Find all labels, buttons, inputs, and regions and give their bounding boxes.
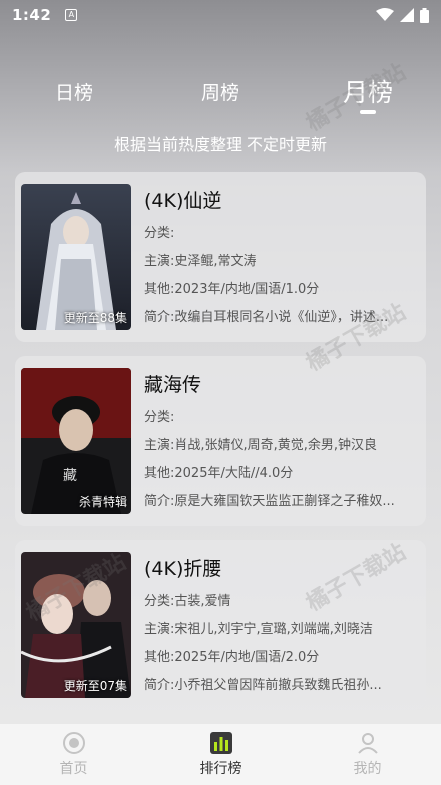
drama-title: 藏海传 xyxy=(144,374,202,396)
episode-badge: 更新至07集 xyxy=(63,679,127,693)
cast-label: 主演: xyxy=(144,254,175,269)
cast-row: 主演:史泽鲲,常文涛 xyxy=(144,248,418,276)
active-tab-indicator xyxy=(360,110,376,114)
notification-icon: A xyxy=(65,9,78,21)
status-bar: 1:42 A xyxy=(0,0,441,30)
other-label: 其他: xyxy=(144,650,175,665)
episode-badge: 杀青特辑 xyxy=(78,495,127,509)
profile-icon xyxy=(357,733,378,754)
category-value: 古装,爱情 xyxy=(174,594,231,609)
intro-row: 简介:原是大雍国钦天监监正蒯铎之子稚奴... xyxy=(144,488,418,516)
ranking-subtitle: 根据当前热度整理 不定时更新 xyxy=(113,135,328,154)
poster-image[interactable]: 更新至88集 xyxy=(21,184,131,330)
drama-info: 藏海传 分类: 主演:肖战,张婧仪,周奇,黄觉,余男,钟汉良 其他:2025年/… xyxy=(144,370,418,516)
other-label: 其他: xyxy=(144,282,175,297)
category-row: 分类: xyxy=(144,404,418,432)
other-value: 2023年/内地/国语/1.0分 xyxy=(174,282,320,297)
cast-value: 肖战,张婧仪,周奇,黄觉,余男,钟汉良 xyxy=(174,438,378,453)
status-icons xyxy=(376,7,429,23)
tab-daily[interactable]: 日榜 xyxy=(55,78,93,105)
drama-title: (4K)折腰 xyxy=(144,558,222,580)
cast-row: 主演:宋祖儿,刘宇宁,宣璐,刘端端,刘晓洁 xyxy=(144,616,418,644)
nav-home-label: 首页 xyxy=(59,761,88,777)
intro-row: 简介:改编自耳根同名小说《仙逆》，讲述... xyxy=(144,304,418,332)
svg-text:藏: 藏 xyxy=(63,468,77,484)
intro-value: 小乔祖父曾因阵前撤兵致魏氏祖孙... xyxy=(174,678,382,693)
drama-card[interactable]: 更新至07集 (4K)折腰 分类:古装,爱情 主演:宋祖儿,刘宇宁,宣璐,刘端端… xyxy=(15,540,426,710)
intro-label: 简介: xyxy=(144,678,175,693)
nav-ranking-label: 排行榜 xyxy=(199,761,242,777)
ranking-icon xyxy=(209,732,232,754)
cast-value: 宋祖儿,刘宇宁,宣璐,刘端端,刘晓洁 xyxy=(174,622,373,637)
intro-row: 简介:小乔祖父曾因阵前撤兵致魏氏祖孙... xyxy=(144,672,418,700)
cast-row: 主演:肖战,张婧仪,周奇,黄觉,余男,钟汉良 xyxy=(144,432,418,460)
intro-label: 简介: xyxy=(144,494,175,509)
intro-value: 改编自耳根同名小说《仙逆》，讲述... xyxy=(174,310,389,325)
drama-card[interactable]: 更新至88集 (4K)仙逆 分类: 主演:史泽鲲,常文涛 其他:2023年/内地… xyxy=(15,172,426,342)
poster-image[interactable]: 更新至07集 xyxy=(21,552,131,698)
bottom-nav: 首页 排行榜 我的 xyxy=(0,724,441,785)
home-icon xyxy=(62,732,85,754)
nav-home[interactable]: 首页 xyxy=(0,724,147,785)
nav-profile-label: 我的 xyxy=(353,761,382,777)
other-value: 2025年/内地/国语/2.0分 xyxy=(174,650,320,665)
cast-label: 主演: xyxy=(144,622,175,637)
ranking-tabs: 日榜 周榜 月榜 xyxy=(0,70,441,120)
tab-monthly[interactable]: 月榜 xyxy=(343,73,393,109)
cast-label: 主演: xyxy=(144,438,175,453)
other-label: 其他: xyxy=(144,466,175,481)
other-row: 其他:2023年/内地/国语/1.0分 xyxy=(144,276,418,304)
drama-title: (4K)仙逆 xyxy=(144,190,222,212)
drama-info: (4K)仙逆 分类: 主演:史泽鲲,常文涛 其他:2023年/内地/国语/1.0… xyxy=(144,186,418,332)
category-label: 分类: xyxy=(144,410,175,425)
wifi-icon xyxy=(376,8,394,21)
tab-weekly[interactable]: 周榜 xyxy=(201,78,239,105)
other-value: 2025年/大陆//4.0分 xyxy=(174,466,294,481)
drama-info: (4K)折腰 分类:古装,爱情 主演:宋祖儿,刘宇宁,宣璐,刘端端,刘晓洁 其他… xyxy=(144,554,418,700)
category-row: 分类:古装,爱情 xyxy=(144,588,418,616)
other-row: 其他:2025年/大陆//4.0分 xyxy=(144,460,418,488)
nav-ranking[interactable]: 排行榜 xyxy=(147,724,294,785)
nav-profile[interactable]: 我的 xyxy=(294,724,441,785)
status-time: 1:42 xyxy=(12,6,52,24)
category-label: 分类: xyxy=(144,594,175,609)
poster-image[interactable]: 藏 杀青特辑 xyxy=(21,368,131,514)
signal-icon xyxy=(400,8,414,22)
drama-card[interactable]: 藏 杀青特辑 藏海传 分类: 主演:肖战,张婧仪,周奇,黄觉,余男,钟汉良 其他… xyxy=(15,356,426,526)
category-row: 分类: xyxy=(144,220,418,248)
battery-icon xyxy=(420,7,429,23)
episode-badge: 更新至88集 xyxy=(63,311,127,325)
other-row: 其他:2025年/内地/国语/2.0分 xyxy=(144,644,418,672)
intro-label: 简介: xyxy=(144,310,175,325)
category-label: 分类: xyxy=(144,226,175,241)
cast-value: 史泽鲲,常文涛 xyxy=(174,254,257,269)
intro-value: 原是大雍国钦天监监正蒯铎之子稚奴... xyxy=(174,494,395,509)
